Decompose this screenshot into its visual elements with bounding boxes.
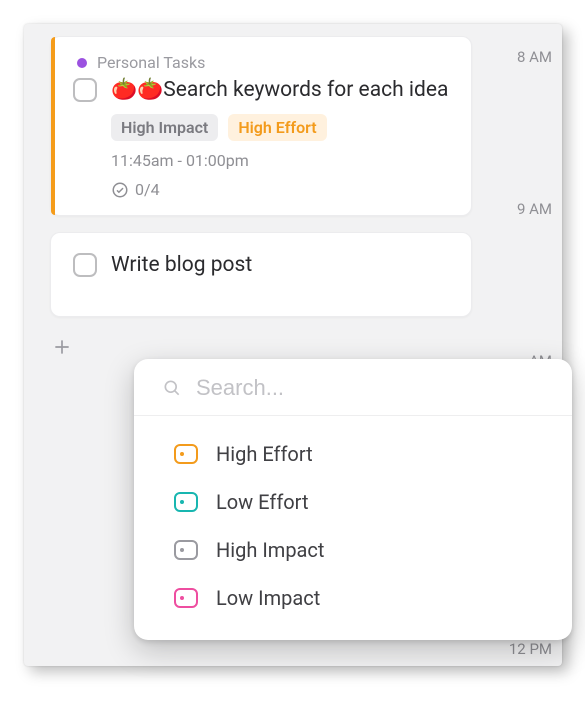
tag-icon — [174, 492, 198, 512]
task-tags: High Impact High Effort — [111, 114, 453, 141]
task-checkbox[interactable] — [73, 78, 97, 102]
tomato-icon: 🍅🍅 — [111, 76, 163, 104]
subtask-count: 0/4 — [135, 180, 160, 199]
tag-options: High Effort Low Effort High Impact Low I… — [134, 416, 572, 640]
tag-option-high-effort[interactable]: High Effort — [134, 430, 572, 478]
category-label: Personal Tasks — [97, 53, 205, 72]
tag-icon — [174, 444, 198, 464]
tag-high-impact[interactable]: High Impact — [111, 114, 218, 141]
task-time-range: 11:45am - 01:00pm — [111, 151, 453, 170]
tag-option-high-impact[interactable]: High Impact — [134, 526, 572, 574]
tag-icon — [174, 540, 198, 560]
tag-option-label: High Effort — [216, 442, 313, 466]
task-card[interactable]: Personal Tasks 🍅🍅Search keywords for eac… — [50, 36, 472, 216]
task-subtasks[interactable]: 0/4 — [111, 180, 453, 199]
tag-high-effort[interactable]: High Effort — [228, 114, 326, 141]
search-icon — [162, 378, 182, 398]
time-label: 9 AM — [517, 200, 552, 218]
tag-search-row — [134, 359, 572, 416]
time-label: 12 PM — [509, 640, 552, 658]
category-dot-icon — [77, 58, 87, 68]
tag-option-label: Low Impact — [216, 586, 320, 610]
task-list: Personal Tasks 🍅🍅Search keywords for eac… — [50, 36, 472, 361]
task-checkbox[interactable] — [73, 253, 97, 277]
tag-picker-popover: High Effort Low Effort High Impact Low I… — [134, 359, 572, 640]
task-title-text: Write blog post — [111, 253, 252, 277]
checklist-icon — [111, 181, 129, 199]
tag-search-input[interactable] — [196, 375, 552, 401]
task-title: 🍅🍅Search keywords for each idea — [111, 76, 448, 104]
tag-option-low-effort[interactable]: Low Effort — [134, 478, 572, 526]
add-task-button[interactable] — [50, 333, 472, 361]
plus-icon — [52, 337, 72, 357]
task-card[interactable]: Write blog post — [50, 232, 472, 316]
calendar-panel: 8 AM 9 AM AM AM 12 PM Personal Tasks 🍅🍅S… — [24, 24, 562, 666]
tag-option-label: High Impact — [216, 538, 324, 562]
tag-option-low-impact[interactable]: Low Impact — [134, 574, 572, 622]
tag-option-label: Low Effort — [216, 490, 308, 514]
task-title: Write blog post — [111, 251, 252, 279]
task-title-text: Search keywords for each idea — [163, 78, 448, 102]
tag-icon — [174, 588, 198, 608]
time-label: 8 AM — [517, 48, 552, 66]
task-category: Personal Tasks — [77, 53, 453, 72]
